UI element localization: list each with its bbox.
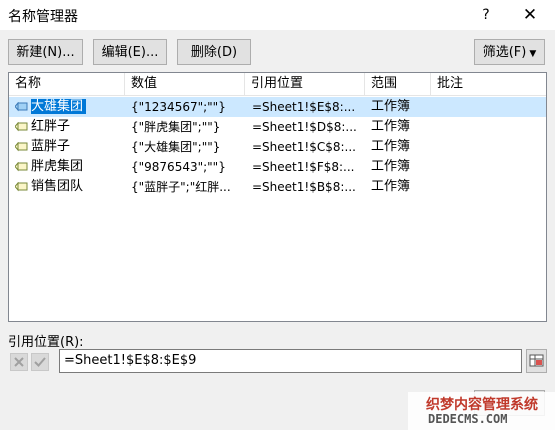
row-ref-cell: =Sheet1!$E$8:... (252, 100, 356, 114)
row-scope-cell: 工作簿 (371, 179, 411, 194)
watermark-line2: DEDECMS.COM (428, 412, 508, 426)
name-tag-icon (15, 122, 28, 132)
name-tag-icon (15, 182, 28, 192)
row-name-cell: 红胖子 (31, 119, 71, 134)
row-value-cell: {"1234567";""} (131, 100, 226, 114)
row-value-cell: {"胖虎集团";""} (131, 120, 221, 134)
table-row[interactable]: 销售团队 {"蓝胖子";"红胖... =Sheet1!$B$8:... 工作簿 (9, 177, 546, 197)
row-name-cell: 蓝胖子 (31, 139, 71, 154)
filter-label: 筛选(F) (482, 45, 527, 60)
name-tag-icon (15, 102, 28, 112)
column-header-refers-to[interactable]: 引用位置 (245, 73, 365, 95)
refers-to-input[interactable]: =Sheet1!$E$8:$E$9 (59, 349, 522, 373)
row-ref-cell: =Sheet1!$C$8:... (252, 140, 356, 154)
row-name-cell: 大雄集团 (31, 97, 125, 117)
row-value-cell: {"大雄集团";""} (131, 140, 221, 154)
filter-button[interactable]: 筛选(F) ▼ (474, 39, 545, 65)
row-value-cell: {"9876543";""} (131, 160, 226, 174)
watermark-line1: 织梦内容管理系统 (426, 397, 538, 413)
table-row[interactable]: 胖虎集团 {"9876543";""} =Sheet1!$F$8:... 工作簿 (9, 157, 546, 177)
row-scope-cell: 工作簿 (371, 139, 411, 154)
row-value-cell: {"蓝胖子";"红胖... (131, 180, 231, 194)
title-bar: 名称管理器 ? ✕ (0, 0, 555, 30)
row-name-cell: 胖虎集团 (31, 159, 84, 174)
row-name-cell: 销售团队 (31, 179, 84, 194)
row-ref-cell: =Sheet1!$D$8:... (252, 120, 357, 134)
delete-button[interactable]: 删除(D) (177, 39, 251, 65)
column-header-value[interactable]: 数值 (125, 73, 245, 95)
collapse-dialog-button[interactable] (526, 349, 547, 373)
dropdown-arrow-icon: ▼ (529, 49, 537, 59)
confirm-edit-icon[interactable] (31, 353, 49, 371)
name-tag-icon (15, 162, 28, 172)
window-title: 名称管理器 (8, 9, 78, 25)
names-list[interactable]: 名称 数值 引用位置 范围 批注 大雄集团 {"1234567";""} =Sh… (8, 72, 547, 322)
name-tag-icon (15, 142, 28, 152)
close-button[interactable]: ✕ (518, 3, 542, 27)
row-ref-cell: =Sheet1!$B$8:... (252, 180, 356, 194)
column-header-scope[interactable]: 范围 (365, 73, 431, 95)
edit-button[interactable]: 编辑(E)... (93, 39, 167, 65)
table-row[interactable]: 红胖子 {"胖虎集团";""} =Sheet1!$D$8:... 工作簿 (9, 117, 546, 137)
table-row[interactable]: 大雄集团 {"1234567";""} =Sheet1!$E$8:... 工作簿 (9, 97, 546, 117)
row-scope-cell: 工作簿 (371, 159, 411, 174)
row-scope-cell: 工作簿 (371, 99, 411, 114)
new-button[interactable]: 新建(N)... (8, 39, 83, 65)
table-row[interactable]: 蓝胖子 {"大雄集团";""} =Sheet1!$C$8:... 工作簿 (9, 137, 546, 157)
list-header: 名称 数值 引用位置 范围 批注 (9, 73, 546, 96)
row-scope-cell: 工作簿 (371, 119, 411, 134)
row-ref-cell: =Sheet1!$F$8:... (252, 160, 355, 174)
refers-to-label: 引用位置(R): (8, 335, 84, 350)
watermark: 织梦内容管理系统 DEDECMS.COM (408, 392, 555, 430)
range-select-icon (529, 354, 544, 367)
column-header-comment[interactable]: 批注 (431, 73, 546, 95)
cancel-edit-icon[interactable] (10, 353, 28, 371)
help-button[interactable]: ? (474, 3, 498, 27)
column-header-name[interactable]: 名称 (9, 73, 125, 95)
